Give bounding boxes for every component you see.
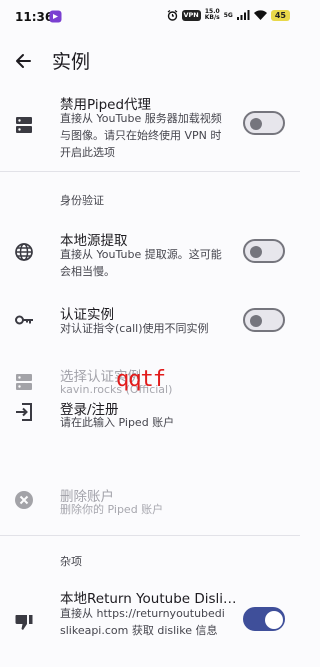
setting-local-extraction[interactable]: 本地源提取 直接从 YouTube 提取源。这可能会相当慢。 <box>0 224 300 284</box>
divider <box>0 171 300 172</box>
auth-instance-toggle[interactable] <box>243 308 285 332</box>
globe-icon <box>15 243 33 261</box>
battery-indicator: 45 <box>270 9 290 21</box>
setting-auth-instance[interactable]: 认证实例 对认证指令(call)使用不同实例 <box>0 300 300 342</box>
toggle-knob <box>250 246 262 258</box>
back-button[interactable] <box>8 46 38 76</box>
key-icon <box>15 315 33 325</box>
local-extraction-toggle[interactable] <box>243 239 285 263</box>
setting-subtitle: 直接从 YouTube 提取源。这可能会相当慢。 <box>60 248 222 278</box>
setting-subtitle: 对认证指令(call)使用不同实例 <box>60 322 209 335</box>
server-icon <box>16 117 32 133</box>
alarm-icon <box>167 9 177 21</box>
status-icons: VPN 15.0 KB/s 5G 45 <box>167 9 290 21</box>
setting-subtitle: 直接从 https://returnyoutubedislikeapi.com … <box>60 607 225 637</box>
server-icon <box>16 374 32 390</box>
cancel-icon <box>15 491 33 509</box>
toggle-knob <box>250 315 262 327</box>
5g-label: 5G <box>223 11 233 19</box>
disable-proxy-toggle[interactable] <box>243 111 285 135</box>
app-bar: 实例 <box>0 38 300 82</box>
status-bar: 11:36 VPN 15.0 KB/s 5G 45 <box>0 0 300 34</box>
section-header-misc: 杂项 <box>60 555 82 568</box>
vpn-badge: VPN <box>181 9 201 21</box>
network-speed: 15.0 KB/s <box>205 9 220 21</box>
setting-delete-account[interactable]: 删除账户 删除你的 Piped 账户 <box>0 480 300 520</box>
wifi-icon <box>253 10 267 20</box>
login-icon <box>16 403 32 421</box>
status-time: 11:36 <box>15 10 54 24</box>
arrow-back-icon <box>16 54 31 68</box>
setting-return-dislike[interactable]: 本地Return Youtube Disli… 直接从 https://retu… <box>0 585 300 667</box>
page-title: 实例 <box>52 51 91 73</box>
toggle-knob <box>265 611 283 629</box>
setting-subtitle: 直接从 YouTube 服务器加载视频与图像。请只在始终使用 VPN 时开启此选… <box>60 112 222 159</box>
setting-disable-proxy[interactable]: 禁用Piped代理 直接从 YouTube 服务器加载视频与图像。请只在始终使用… <box>0 86 300 168</box>
setting-subtitle: 删除你的 Piped 账户 <box>60 503 164 516</box>
signal-icon <box>236 10 250 20</box>
app-notification-icon <box>49 10 62 23</box>
divider <box>0 535 300 536</box>
section-header-auth: 身份验证 <box>60 194 104 207</box>
setting-login-register[interactable]: 登录/注册 请在此输入 Piped 账户 <box>0 392 300 432</box>
network-speed-unit: KB/s <box>204 14 220 21</box>
return-dislike-toggle[interactable] <box>243 607 285 631</box>
thumb-down-icon <box>15 615 33 630</box>
toggle-knob <box>250 118 262 130</box>
setting-title: 本地Return Youtube Disli… <box>60 591 237 607</box>
watermark-text: qqtf <box>116 367 166 392</box>
setting-subtitle: 请在此输入 Piped 账户 <box>60 416 175 429</box>
